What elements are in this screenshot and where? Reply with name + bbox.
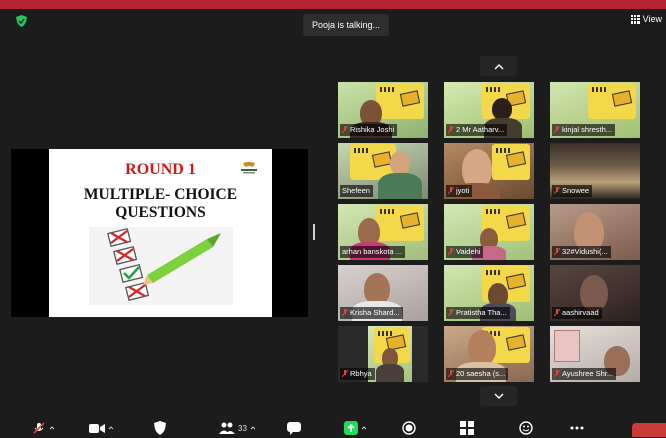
active-speaker-indicator: Pooja is talking... bbox=[303, 14, 390, 36]
participant-tile[interactable]: 2 Mr Aatharv... bbox=[444, 82, 534, 138]
chevron-up-icon bbox=[494, 63, 503, 69]
participant-tile[interactable]: 32#Vidushi(... bbox=[550, 204, 640, 260]
participant-tile[interactable]: arhan banskota ... bbox=[338, 204, 428, 260]
chat-button[interactable] bbox=[287, 420, 301, 436]
participant-name: Ayushree Shr... bbox=[562, 369, 614, 378]
muted-mic-icon bbox=[554, 309, 560, 317]
participant-name: 2 Mr Aatharv... bbox=[456, 125, 505, 134]
breakout-rooms-icon bbox=[460, 421, 474, 435]
view-label: View bbox=[642, 14, 662, 24]
participant-name: 32#Vidushi(... bbox=[562, 247, 608, 256]
participant-name: kinjal shresth... bbox=[562, 125, 613, 134]
smiley-icon bbox=[519, 421, 533, 435]
video-button[interactable] bbox=[89, 420, 114, 436]
participant-tile[interactable]: Shefeen bbox=[338, 143, 428, 199]
chat-icon bbox=[287, 421, 301, 435]
chevron-up-icon[interactable] bbox=[250, 426, 256, 430]
participant-tile[interactable]: 20 saesha (s... bbox=[444, 326, 534, 382]
participant-name: 20 saesha (s... bbox=[456, 369, 506, 378]
slide-heading: MULTIPLE- CHOICE QUESTIONS bbox=[49, 186, 272, 222]
checklist-illustration bbox=[89, 227, 233, 305]
chevron-up-icon[interactable] bbox=[361, 426, 367, 430]
shield-icon[interactable] bbox=[16, 15, 27, 27]
participant-name: aashirvaad bbox=[562, 308, 599, 317]
shield-icon bbox=[154, 421, 166, 435]
share-screen-icon bbox=[344, 421, 358, 435]
grid-icon bbox=[630, 14, 640, 24]
muted-mic-icon bbox=[448, 309, 454, 317]
mute-button[interactable] bbox=[32, 420, 55, 436]
more-dots-icon bbox=[570, 426, 584, 430]
muted-mic-icon bbox=[448, 370, 454, 378]
more-button[interactable] bbox=[570, 420, 584, 436]
participant-name: Pratistha Tha... bbox=[456, 308, 507, 317]
participant-name: Rishika Joshi bbox=[350, 125, 395, 134]
breakout-rooms-button[interactable] bbox=[460, 420, 474, 436]
muted-mic-icon bbox=[342, 370, 348, 378]
slide-heading-line1: MULTIPLE- CHOICE bbox=[83, 186, 238, 203]
participants-count: 33 bbox=[238, 423, 247, 433]
slide-heading-line2: QUESTIONS bbox=[115, 204, 206, 221]
gallery-scroll-down-button[interactable] bbox=[480, 386, 517, 406]
participant-name: Snowee bbox=[562, 186, 590, 195]
participant-tile[interactable]: Krisha Shard... bbox=[338, 265, 428, 321]
reactions-button[interactable] bbox=[519, 420, 533, 436]
participant-tile[interactable]: Rbhya bbox=[338, 326, 428, 382]
meeting-toolbar: 33 bbox=[0, 418, 666, 438]
participant-tile[interactable]: aashirvaad bbox=[550, 265, 640, 321]
panel-splitter[interactable] bbox=[313, 224, 315, 240]
muted-mic-icon bbox=[448, 126, 454, 134]
end-meeting-button[interactable] bbox=[632, 423, 666, 437]
share-screen-button[interactable] bbox=[344, 420, 367, 436]
chevron-down-icon bbox=[494, 393, 503, 399]
participant-tile[interactable]: Pratistha Tha... bbox=[444, 265, 534, 321]
muted-mic-icon bbox=[554, 370, 560, 378]
muted-mic-icon bbox=[554, 248, 560, 256]
participant-name: Rbhya bbox=[350, 369, 372, 378]
participant-tile[interactable]: jyoti bbox=[444, 143, 534, 199]
participant-tile[interactable]: kinjal shresth... bbox=[550, 82, 640, 138]
shared-screen: ROUND 1 MULTIPLE- CHOICE QUESTIONS bbox=[11, 149, 308, 317]
muted-mic-icon bbox=[554, 126, 560, 134]
zoom-meeting-window: Pooja is talking... View ROUND 1 MULTIPL… bbox=[0, 0, 666, 438]
participant-tile[interactable]: Rishika Joshi bbox=[338, 82, 428, 138]
view-button[interactable]: View bbox=[630, 14, 662, 24]
slide-title: ROUND 1 bbox=[125, 161, 196, 178]
security-button[interactable] bbox=[154, 420, 166, 436]
participant-tile[interactable]: Ayushree Shr... bbox=[550, 326, 640, 382]
muted-mic-icon bbox=[448, 248, 454, 256]
presentation-slide: ROUND 1 MULTIPLE- CHOICE QUESTIONS bbox=[49, 149, 272, 317]
participant-name: Shefeen bbox=[342, 186, 370, 195]
muted-mic-icon bbox=[342, 126, 348, 134]
record-icon bbox=[402, 421, 416, 435]
muted-mic-icon bbox=[33, 422, 45, 434]
muted-mic-icon bbox=[342, 309, 348, 317]
participant-name: arhan banskota ... bbox=[342, 247, 403, 256]
gallery-scroll-up-button[interactable] bbox=[480, 56, 517, 76]
muted-mic-icon bbox=[448, 187, 454, 195]
participant-tile[interactable]: Snowee bbox=[550, 143, 640, 199]
participant-name: Krisha Shard... bbox=[350, 308, 400, 317]
chevron-up-icon[interactable] bbox=[108, 426, 114, 430]
chevron-up-icon[interactable] bbox=[49, 426, 55, 430]
participants-button[interactable]: 33 bbox=[219, 420, 256, 436]
muted-mic-icon bbox=[554, 187, 560, 195]
record-button[interactable] bbox=[402, 420, 416, 436]
camera-icon bbox=[89, 424, 105, 433]
participant-name: jyoti bbox=[456, 186, 470, 195]
participant-tile[interactable]: Vaidehi bbox=[444, 204, 534, 260]
window-top-bar bbox=[0, 0, 666, 9]
participants-icon bbox=[219, 422, 235, 434]
participant-name: Vaidehi bbox=[456, 247, 481, 256]
